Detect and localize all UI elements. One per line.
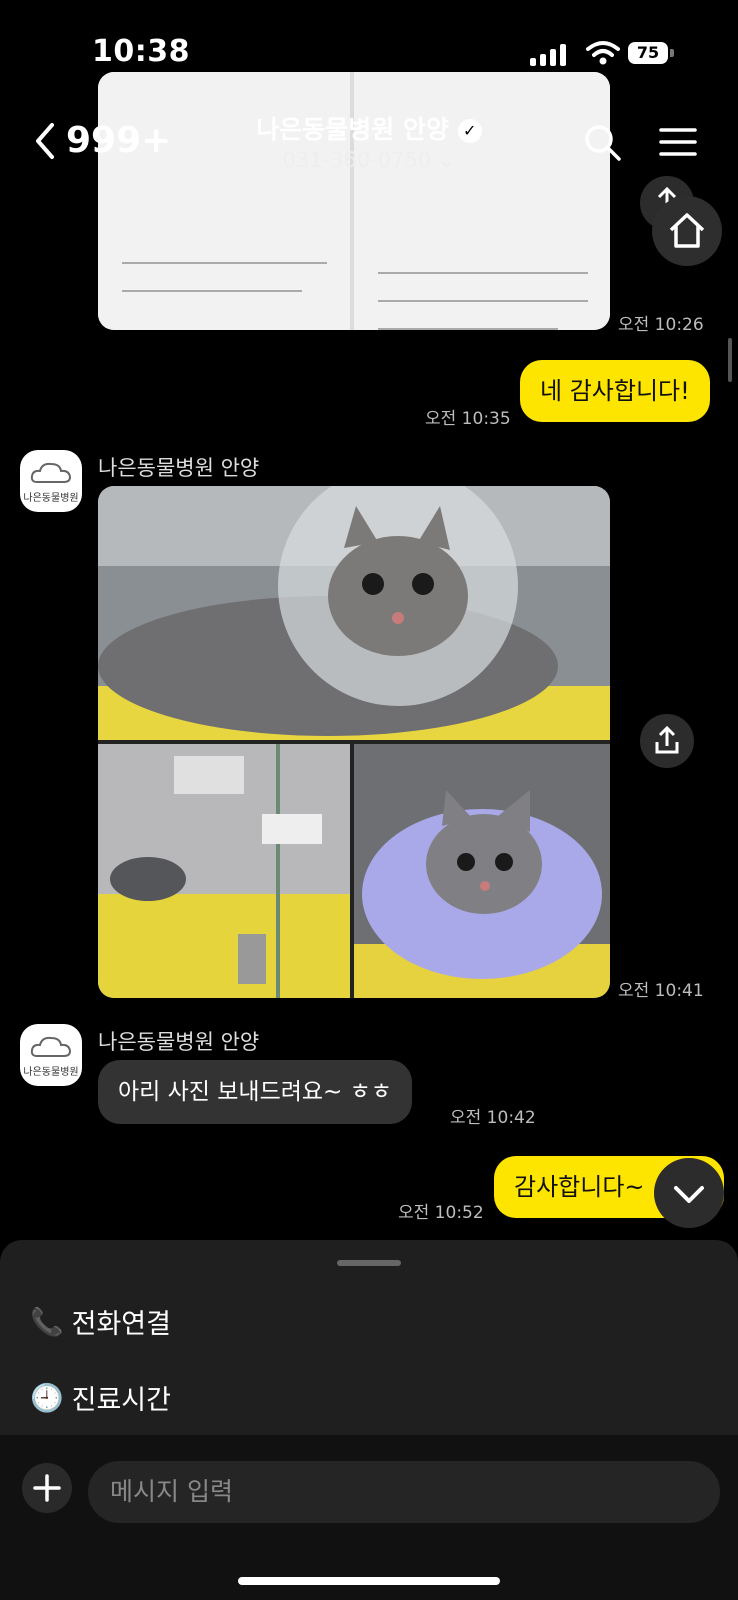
verified-icon: ✓ [457, 119, 482, 143]
search-icon[interactable] [582, 122, 622, 162]
share-button[interactable] [640, 714, 694, 768]
cloud-logo-icon [30, 1036, 72, 1057]
signal-icon [530, 44, 566, 66]
message-time: 오전 10:35 [425, 409, 511, 429]
scroll-to-bottom-button[interactable] [654, 1158, 724, 1228]
chat-header: 999+ 나은동물병원 안양 ✓ 031-360-0750 ⌄ [0, 92, 738, 188]
phone-text: 031-360-0750 [282, 148, 432, 172]
avatar[interactable]: 나은동물병원 [20, 1024, 82, 1086]
home-icon [669, 213, 705, 248]
phone-icon: 📞 [30, 1306, 64, 1338]
unread-count: 999+ [66, 120, 172, 161]
cat-photo-1[interactable] [98, 486, 610, 740]
share-icon [655, 725, 679, 754]
attach-button[interactable] [22, 1463, 72, 1513]
avatar-label: 나은동물병원 [23, 493, 79, 504]
call-menu-item[interactable]: 📞 전화연결 [30, 1302, 171, 1341]
cat-photo-grid[interactable] [98, 486, 610, 998]
battery-cap [670, 49, 674, 57]
sheet-handle[interactable] [337, 1260, 401, 1266]
cloud-logo-icon [30, 462, 72, 483]
home-indicator [238, 1577, 500, 1585]
cat-photo-3[interactable] [354, 744, 610, 998]
status-time: 10:38 [92, 34, 190, 69]
message-time: 오전 10:52 [398, 1203, 484, 1223]
chevron-left-icon [36, 122, 54, 159]
input-bar: 메시지 입력 [0, 1435, 738, 1600]
battery-icon: 75 [628, 42, 668, 64]
hours-menu-item[interactable]: 🕘 진료시간 [30, 1378, 171, 1417]
message-time: 오전 10:42 [450, 1108, 536, 1128]
chevron-down-icon: ⌄ [437, 148, 456, 172]
received-message-bubble[interactable]: 아리 사진 보내드려요~ ㅎㅎ [98, 1060, 412, 1124]
scroll-indicator [728, 338, 732, 382]
avatar-label: 나은동물병원 [23, 1067, 79, 1078]
sender-name: 나은동물병원 안양 [98, 456, 260, 480]
phone-number[interactable]: 031-360-0750 ⌄ [200, 148, 538, 172]
menu-icon[interactable] [658, 122, 698, 162]
chevron-down-icon [674, 1186, 704, 1203]
cat-photo-2[interactable] [98, 744, 350, 998]
message-input[interactable]: 메시지 입력 [88, 1461, 720, 1523]
back-button[interactable]: 999+ [34, 120, 171, 161]
hours-label: 진료시간 [71, 1385, 171, 1416]
avatar[interactable]: 나은동물병원 [20, 450, 82, 512]
home-button[interactable] [652, 196, 722, 266]
message-time: 오전 10:41 [618, 981, 704, 1001]
chat-title-text: 나은동물병원 안양 [256, 115, 449, 144]
sender-name: 나은동물병원 안양 [98, 1030, 260, 1054]
call-label: 전화연결 [71, 1309, 171, 1340]
chat-title[interactable]: 나은동물병원 안양 ✓ [200, 110, 538, 146]
quick-menu-sheet: 📞 전화연결 🕘 진료시간 [0, 1240, 738, 1435]
clock-icon: 🕘 [30, 1382, 64, 1414]
wifi-icon [586, 41, 620, 65]
message-time: 오전 10:26 [618, 315, 704, 335]
plus-icon [33, 1474, 61, 1502]
my-message-bubble[interactable]: 네 감사합니다! [520, 360, 710, 422]
